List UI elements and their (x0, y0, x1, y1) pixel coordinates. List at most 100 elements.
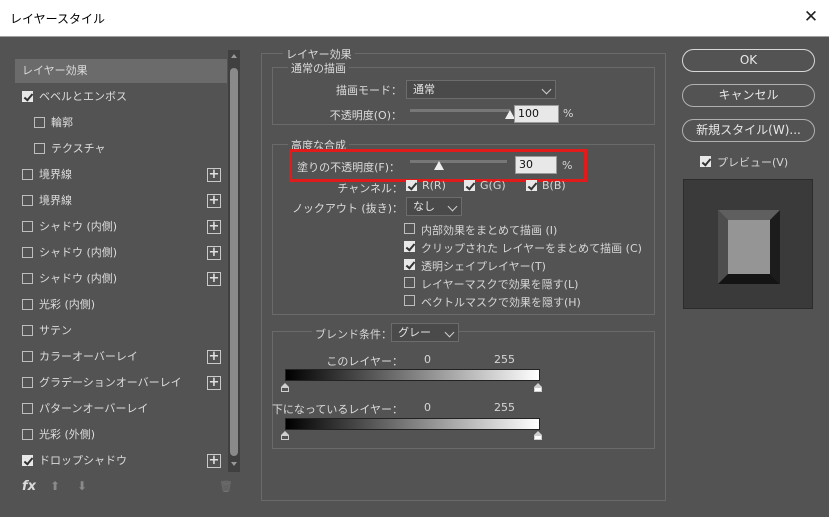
advanced-option[interactable]: ベクトルマスクで効果を隠す(H) (404, 293, 644, 309)
preview-checkbox[interactable] (700, 156, 711, 167)
sidebar-item[interactable]: 輪郭 (15, 111, 227, 135)
sidebar-item-checkbox[interactable] (22, 299, 33, 310)
advanced-option[interactable]: クリップされた レイヤーをまとめて描画 (C) (404, 239, 644, 255)
add-effect-plus-icon[interactable]: + (207, 272, 221, 286)
this-layer-white-stop[interactable] (534, 383, 542, 392)
sidebar-item[interactable]: ドロップシャドウ + (15, 449, 227, 473)
bevel-preview-image (718, 210, 780, 284)
normal-blend-title: 通常の描画 (288, 60, 349, 76)
sidebar-item-checkbox[interactable] (22, 169, 33, 180)
channel-toggle[interactable]: R(R) (406, 178, 458, 194)
cancel-button[interactable]: キャンセル (682, 84, 815, 107)
channel-checkbox[interactable] (406, 180, 417, 191)
move-down-icon[interactable]: ⬇ (77, 479, 87, 493)
channel-toggle[interactable]: B(B) (526, 178, 578, 194)
advanced-option[interactable]: 内部効果をまとめて描画 (I) (404, 221, 644, 237)
sidebar-item[interactable]: テクスチャ (15, 137, 227, 161)
fx-icon[interactable]: fx (22, 479, 36, 494)
preview-label: プレビュー(V) (717, 156, 789, 169)
sidebar-item-checkbox[interactable] (22, 325, 33, 336)
sidebar-item-checkbox[interactable] (22, 377, 33, 388)
effects-list: レイヤー効果 ベベルとエンボス 輪郭 テクスチャ 境界線 + 境界線 + シャドウ (内側) + シ… (15, 50, 227, 475)
advanced-option-checkbox[interactable] (404, 241, 415, 252)
this-layer-gradient (285, 369, 540, 381)
sidebar-item[interactable]: カラーオーバーレイ + (15, 345, 227, 369)
sidebar-item-checkbox[interactable] (34, 143, 45, 154)
add-effect-plus-icon[interactable]: + (207, 376, 221, 390)
move-up-icon[interactable]: ⬆ (50, 479, 60, 493)
channel-toggle[interactable]: G(G) (464, 178, 516, 194)
sidebar-item[interactable]: サテン (15, 319, 227, 343)
blend-if-dropdown[interactable]: グレー (391, 323, 459, 342)
sidebar-item[interactable]: 境界線 + (15, 189, 227, 213)
add-effect-plus-icon[interactable]: + (207, 220, 221, 234)
sidebar-item[interactable]: シャドウ (内側) + (15, 267, 227, 291)
sidebar-item-checkbox[interactable] (22, 221, 33, 232)
underlying-layer-label: 下になっているレイヤー： (271, 403, 403, 416)
ok-button[interactable]: OK (682, 49, 815, 72)
sidebar-item[interactable]: シャドウ (内側) + (15, 215, 227, 239)
sidebar-item[interactable]: グラデーションオーバーレイ + (15, 371, 227, 395)
sidebar-item-checkbox[interactable] (22, 429, 33, 440)
sidebar-item[interactable]: ベベルとエンボス (15, 85, 227, 109)
scroll-up-icon[interactable] (231, 54, 237, 58)
scroll-down-icon[interactable] (231, 462, 237, 466)
sidebar-item-label: 光彩 (外側) (39, 428, 96, 441)
sidebar-item-label: 境界線 (39, 168, 72, 181)
sidebar-item-checkbox[interactable] (22, 91, 33, 102)
underlying-gradient (285, 418, 540, 430)
this-layer-label: このレイヤー： (326, 355, 403, 368)
fill-opacity-slider-thumb[interactable] (434, 161, 445, 170)
opacity-slider-track[interactable] (410, 109, 510, 112)
advanced-option-checkbox[interactable] (404, 277, 415, 288)
fill-opacity-slider-track[interactable] (410, 160, 507, 163)
effects-scrollbar[interactable] (228, 50, 240, 472)
sidebar-item[interactable]: パターンオーバーレイ (15, 397, 227, 421)
opacity-input[interactable]: 100 (514, 105, 559, 123)
new-style-button[interactable]: 新規スタイル(W)... (682, 119, 815, 142)
advanced-option-checkbox[interactable] (404, 259, 415, 270)
sidebar-item[interactable]: 光彩 (内側) (15, 293, 227, 317)
blend-mode-label: 描画モード： (336, 84, 402, 97)
close-icon[interactable]: ✕ (800, 6, 822, 28)
add-effect-plus-icon[interactable]: + (207, 350, 221, 364)
sidebar-item[interactable]: 境界線 + (15, 163, 227, 187)
underlying-white-stop[interactable] (534, 431, 542, 440)
sidebar-item-label: パターンオーバーレイ (39, 402, 149, 415)
sidebar-item[interactable]: 光彩 (外側) (15, 423, 227, 447)
advanced-option-checkbox[interactable] (404, 295, 415, 306)
trash-icon[interactable]: 🗑 (219, 480, 233, 493)
add-effect-plus-icon[interactable]: + (207, 454, 221, 468)
sidebar-item-checkbox[interactable] (22, 403, 33, 414)
sidebar-item-label: 境界線 (39, 194, 72, 207)
sidebar-item-label: テクスチャ (51, 142, 106, 155)
underlying-black-stop[interactable] (281, 431, 289, 440)
advanced-option[interactable]: レイヤーマスクで効果を隠す(L) (404, 275, 644, 291)
window-title: レイヤースタイル (10, 12, 106, 26)
chevron-down-icon (444, 327, 455, 338)
knockout-dropdown[interactable]: なし (406, 197, 462, 216)
channel-checkbox[interactable] (464, 180, 475, 191)
scrollbar-thumb[interactable] (230, 68, 238, 456)
sidebar-item-checkbox[interactable] (22, 247, 33, 258)
blend-mode-dropdown[interactable]: 通常 (406, 80, 556, 99)
add-effect-plus-icon[interactable]: + (207, 168, 221, 182)
channel-checkbox[interactable] (526, 180, 537, 191)
add-effect-plus-icon[interactable]: + (207, 246, 221, 260)
add-effect-plus-icon[interactable]: + (207, 194, 221, 208)
sidebar-item-checkbox[interactable] (22, 273, 33, 284)
this-layer-max: 255 (494, 353, 515, 366)
sidebar-item[interactable]: シャドウ (内側) + (15, 241, 227, 265)
sidebar-item-checkbox[interactable] (22, 351, 33, 362)
chevron-down-icon (541, 84, 552, 95)
sidebar-item[interactable]: レイヤー効果 (15, 59, 227, 83)
preview-toggle[interactable]: プレビュー(V) (700, 154, 829, 170)
sidebar-item-checkbox[interactable] (34, 117, 45, 128)
sidebar-item-checkbox[interactable] (22, 195, 33, 206)
fill-opacity-input[interactable]: 30 (515, 156, 557, 174)
advanced-option-checkbox[interactable] (404, 223, 415, 234)
this-layer-black-stop[interactable] (281, 383, 289, 392)
sidebar-item-checkbox[interactable] (22, 455, 33, 466)
advanced-option[interactable]: 透明シェイプレイヤー(T) (404, 257, 644, 273)
fill-opacity-label: 塗りの不透明度(F)： (297, 161, 400, 174)
